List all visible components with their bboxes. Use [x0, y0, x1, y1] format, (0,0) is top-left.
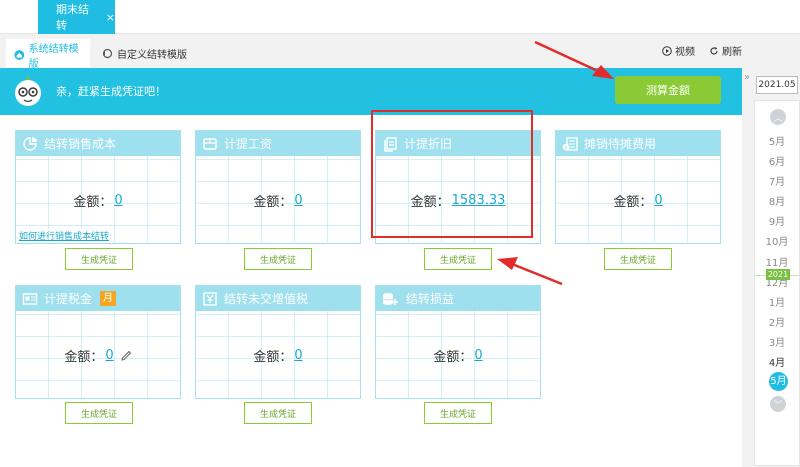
tax-icon — [22, 292, 38, 305]
close-icon[interactable]: × — [106, 11, 115, 24]
month-item[interactable]: 5月 — [755, 133, 799, 148]
amount-row: 金额： 0 — [16, 191, 180, 210]
top-tab-bar: 期末结转 × — [0, 0, 800, 34]
wallet-icon — [203, 137, 217, 150]
tab-label: 自定义结转模版 — [117, 50, 187, 61]
generate-voucher-button[interactable]: 生成凭证 — [244, 248, 312, 270]
card-prepaid-amortization: $ 摊销待摊费用 金额： 0 — [555, 130, 721, 244]
card-title: 计提工资 — [224, 137, 273, 151]
tab-custom-template[interactable]: 自定义结转模版 — [94, 39, 195, 68]
month-item[interactable]: 10月 — [755, 233, 799, 248]
card-title: 结转销售成本 — [44, 137, 117, 151]
card-profit-loss-transfer: 结转损益 金额： 0 — [375, 285, 541, 399]
card-header: $ 摊销待摊费用 — [556, 131, 720, 156]
month-item[interactable]: 2月 — [755, 314, 799, 329]
tab-period-end[interactable]: 期末结转 × — [38, 0, 115, 34]
month-item[interactable]: 4月 — [755, 354, 799, 369]
chevron-down-icon[interactable]: ﹀ — [770, 396, 786, 412]
amount-value[interactable]: 0 — [474, 348, 482, 363]
card-sales-cost: 结转销售成本 金额： 0 如何进行销售成本结转 — [15, 130, 181, 244]
chart-icon — [23, 136, 37, 151]
yen-icon — [203, 291, 217, 306]
month-list: ︿ 5月 6月 7月 8月 9月 10月 11月 12月 2021 1月 2月 … — [754, 100, 800, 466]
card-salary-accrual: 计提工资 金额： 0 — [195, 130, 361, 244]
amount-label: 金额： — [64, 350, 104, 365]
svg-text:$: $ — [564, 145, 567, 151]
generate-voucher-button[interactable]: 生成凭证 — [65, 402, 133, 424]
generate-voucher-button[interactable]: 生成凭证 — [424, 402, 492, 424]
collapse-icon[interactable]: » — [744, 72, 750, 83]
month-item[interactable]: 7月 — [755, 173, 799, 188]
card-header: 结转销售成本 — [16, 131, 180, 156]
highlight-box — [371, 110, 533, 238]
amount-label: 金额： — [253, 195, 293, 210]
calculate-amount-button[interactable]: 测算金额 — [615, 76, 721, 104]
amount-row: 金额： 0 — [16, 346, 180, 365]
help-link[interactable]: 如何进行销售成本结转 — [18, 229, 111, 242]
amount-value[interactable]: 0 — [294, 348, 302, 363]
amount-value[interactable]: 0 — [105, 348, 113, 363]
card-vat-transfer: 结转未交增值税 金额： 0 — [195, 285, 361, 399]
card-tax-accrual: 计提税金 月 金额： 0 — [15, 285, 181, 399]
refresh-icon — [710, 46, 718, 55]
generate-voucher-button[interactable]: 生成凭证 — [244, 402, 312, 424]
card-header: 计提工资 — [196, 131, 360, 156]
banner-message: 亲，赶紧生成凭证吧！ — [56, 85, 166, 98]
year-tag: 2021 — [766, 269, 790, 280]
month-item[interactable]: 8月 — [755, 193, 799, 208]
amount-row: 金额： 0 — [556, 191, 720, 210]
swap-icon — [102, 48, 113, 59]
card-header: 计提税金 月 — [16, 286, 180, 311]
month-item[interactable]: 9月 — [755, 213, 799, 228]
generate-voucher-button[interactable]: 生成凭证 — [604, 248, 672, 270]
month-item[interactable]: 3月 — [755, 334, 799, 349]
generate-voucher-button[interactable]: 生成凭证 — [424, 248, 492, 270]
amount-value[interactable]: 0 — [114, 193, 122, 208]
home-icon — [14, 49, 25, 60]
card-header: 结转未交增值税 — [196, 286, 360, 311]
refresh-button[interactable]: 刷新 — [709, 43, 742, 58]
month-item[interactable]: 11月 — [755, 254, 799, 269]
amount-row: 金额： 0 — [196, 191, 360, 210]
play-icon — [662, 45, 672, 56]
video-label: 视频 — [675, 47, 695, 58]
tab-system-template[interactable]: 系统结转模版 — [6, 39, 90, 70]
toolbar-actions: 视频 刷新 — [662, 43, 742, 58]
month-item[interactable]: 1月 — [755, 294, 799, 309]
month-item[interactable]: 6月 — [755, 153, 799, 168]
card-header: 结转损益 — [376, 286, 540, 311]
card-title: 结转未交增值税 — [224, 292, 309, 306]
mascot-icon — [15, 75, 41, 106]
current-period[interactable]: 2021.05 — [756, 76, 798, 94]
date-panel: » 2021.05 ︿ 5月 6月 7月 8月 9月 10月 11月 12月 2… — [742, 68, 800, 467]
month-item-selected[interactable]: 5月 — [769, 372, 788, 391]
edit-icon[interactable] — [120, 350, 132, 362]
amount-label: 金额： — [613, 195, 653, 210]
amount-label: 金额： — [253, 350, 293, 365]
month-badge: 月 — [100, 291, 117, 306]
card-title: 计提税金 — [44, 292, 93, 306]
amount-row: 金额： 0 — [376, 346, 540, 365]
amount-label: 金额： — [433, 350, 473, 365]
amount-value[interactable]: 0 — [294, 193, 302, 208]
generate-voucher-button[interactable]: 生成凭证 — [65, 248, 133, 270]
amount-row: 金额： 0 — [196, 346, 360, 365]
refresh-label: 刷新 — [722, 47, 742, 58]
amount-value[interactable]: 0 — [654, 193, 662, 208]
coins-icon — [382, 292, 398, 305]
chevron-up-icon[interactable]: ︿ — [770, 109, 786, 125]
amount-label: 金额： — [73, 195, 113, 210]
card-title: 摊销待摊费用 — [584, 137, 657, 151]
banner: 亲，赶紧生成凭证吧！ 测算金额 — [0, 68, 742, 115]
tab-label: 期末结转 — [56, 3, 89, 32]
video-button[interactable]: 视频 — [662, 43, 695, 58]
money-icon: $ — [562, 136, 578, 151]
tab-label: 系统结转模版 — [28, 43, 79, 70]
template-tab-bar: 系统结转模版 自定义结转模版 — [0, 34, 742, 70]
card-title: 结转损益 — [406, 292, 455, 306]
